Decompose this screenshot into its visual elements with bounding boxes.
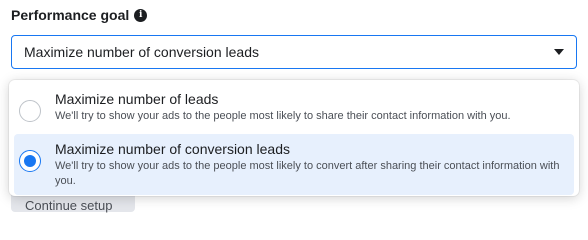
radio-checked[interactable]: [19, 150, 41, 172]
option-description: We'll try to show your ads to the people…: [55, 160, 560, 187]
option-title: Maximize number of leads: [55, 91, 219, 107]
info-icon[interactable]: i: [134, 8, 148, 22]
performance-goal-label: Performance goal i: [11, 7, 148, 23]
option-description: We'll try to show your ads to the people…: [55, 110, 511, 122]
option-maximize-conversion-leads[interactable]: Maximize number of conversion leads We'l…: [14, 134, 574, 195]
radio-unchecked[interactable]: [19, 100, 41, 122]
performance-goal-select[interactable]: Maximize number of conversion leads: [11, 35, 577, 69]
performance-goal-dropdown: Maximize number of leads We'll try to sh…: [9, 80, 579, 196]
option-text: Maximize number of conversion leads We'l…: [55, 140, 562, 189]
caret-down-icon: [554, 49, 564, 55]
option-title: Maximize number of conversion leads: [55, 141, 290, 157]
option-text: Maximize number of leads We'll try to sh…: [55, 90, 511, 124]
radio-dot: [24, 155, 36, 167]
performance-goal-label-text: Performance goal: [11, 7, 130, 23]
option-maximize-leads[interactable]: Maximize number of leads We'll try to sh…: [9, 84, 579, 130]
select-value: Maximize number of conversion leads: [24, 44, 259, 60]
